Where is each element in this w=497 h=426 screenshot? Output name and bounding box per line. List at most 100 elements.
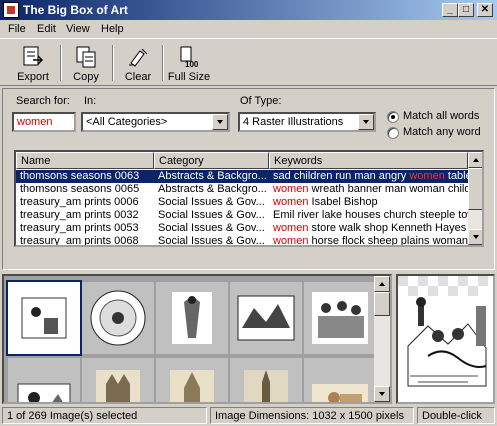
column-header-name[interactable]: Name [16, 152, 154, 169]
row-name: treasury_am prints 0053 [20, 222, 139, 234]
match-all-label[interactable]: Match all words [403, 110, 479, 122]
preview-illustration [398, 276, 493, 402]
thumbnail-scrollbar[interactable] [374, 276, 390, 402]
chevron-down-icon[interactable] [358, 114, 374, 130]
search-input[interactable]: women [12, 112, 76, 132]
image-preview[interactable] [396, 274, 495, 404]
export-icon [23, 46, 44, 66]
keywords-text: sad children run man angry [273, 170, 410, 182]
full-size-badge: 100 [185, 60, 199, 69]
thumbnail[interactable] [6, 280, 82, 356]
category-select[interactable]: <All Categories> [81, 112, 230, 132]
table-row[interactable]: thomsons seasons 0063 Abstracts & Backgro… [16, 170, 468, 183]
thumbnail[interactable] [156, 282, 228, 354]
title-bar[interactable]: The Big Box of Art _ □ ✕ [0, 0, 497, 20]
window-title: The Big Box of Art [23, 3, 128, 17]
row-keywords: women Isabel Bishop [273, 196, 468, 208]
row-name: thomsons seasons 0063 [20, 170, 140, 182]
minimize-button[interactable]: _ [442, 3, 458, 17]
toolbar-separator [112, 45, 114, 81]
thumbnail[interactable] [82, 358, 154, 402]
table-row[interactable]: treasury_am prints 0068 Social Issues & G… [16, 235, 468, 247]
clear-label: Clear [124, 71, 152, 83]
full-size-button[interactable]: 100 Full Size [166, 43, 212, 83]
type-select[interactable]: 4 Raster Illustrations [238, 112, 376, 132]
scroll-down-button[interactable] [468, 229, 482, 245]
menu-file[interactable]: File [8, 23, 26, 35]
keywords-text: tables [447, 170, 468, 182]
results-list[interactable]: Name Category Keywords thomsons seasons … [14, 150, 484, 247]
type-select-value: 4 Raster Illustrations [243, 116, 344, 128]
export-button[interactable]: Export [10, 43, 56, 83]
thumbnail[interactable] [82, 282, 154, 354]
toolbar: Export Copy Clear 100 Full Size [0, 38, 497, 86]
in-label: In: [84, 95, 97, 107]
keyword-highlight: women [273, 222, 309, 234]
scroll-up-button[interactable] [374, 276, 390, 292]
keywords-text: wreath banner man woman child [308, 183, 468, 195]
thumbnail[interactable] [304, 282, 376, 354]
thumbnail[interactable] [304, 358, 376, 402]
toolbar-separator [162, 45, 164, 81]
table-row[interactable]: treasury_am prints 0053 Social Issues & G… [16, 222, 468, 235]
thumbnail-grid[interactable] [2, 274, 392, 404]
scroll-thumb[interactable] [374, 292, 390, 316]
thumbnail-image [21, 297, 67, 339]
match-all-radio[interactable] [387, 111, 399, 123]
thumbnail[interactable] [230, 282, 302, 354]
copy-icon [76, 46, 96, 68]
thumbnail-image [312, 292, 368, 344]
category-select-value: <All Categories> [86, 116, 168, 128]
app-icon[interactable] [3, 2, 19, 18]
menu-view[interactable]: View [66, 23, 90, 35]
keywords-text: store walk shop Kenneth Hayes M [308, 222, 468, 234]
thumbnail-image [90, 290, 146, 346]
column-header-keywords[interactable]: Keywords [269, 152, 468, 169]
keywords-text: Isabel Bishop [308, 196, 378, 208]
copy-button[interactable]: Copy [64, 43, 108, 83]
status-hint: Double-click [417, 407, 495, 424]
column-header-category[interactable]: Category [154, 152, 269, 169]
table-row[interactable]: treasury_am prints 0006 Social Issues & G… [16, 196, 468, 209]
thumbnail-image [170, 370, 214, 402]
row-category: Social Issues & Gov... [158, 235, 265, 247]
status-selection: 1 of 269 Image(s) selected [2, 407, 207, 424]
menu-edit[interactable]: Edit [37, 23, 56, 35]
of-type-label: Of Type: [240, 95, 282, 107]
keyword-highlight: women [273, 235, 309, 247]
thumbnail[interactable] [230, 358, 302, 402]
clear-icon [129, 48, 148, 67]
thumbnail-image [96, 370, 140, 402]
scroll-thumb[interactable] [468, 168, 482, 210]
row-name: treasury_am prints 0006 [20, 196, 139, 208]
clear-button[interactable]: Clear [118, 43, 158, 83]
close-button[interactable]: ✕ [477, 3, 493, 17]
chevron-down-icon[interactable] [212, 114, 228, 130]
row-keywords: women store walk shop Kenneth Hayes M [273, 222, 468, 234]
row-category: Abstracts & Backgro... [158, 170, 267, 182]
export-label: Export [17, 71, 49, 83]
row-keywords: sad children run man angry women tables [273, 170, 468, 182]
keyword-highlight: women [273, 183, 309, 195]
list-scrollbar[interactable] [468, 152, 482, 245]
toolbar-separator [60, 45, 62, 81]
scroll-up-button[interactable] [468, 152, 482, 168]
thumbnail-image [237, 295, 295, 341]
row-category: Social Issues & Gov... [158, 196, 265, 208]
full-size-icon: 100 [180, 46, 199, 69]
thumbnail[interactable] [8, 358, 80, 402]
match-any-label[interactable]: Match any word [403, 126, 481, 138]
thumbnail[interactable] [156, 358, 228, 402]
menu-bar: File Edit View Help [0, 20, 497, 38]
match-any-radio[interactable] [387, 127, 399, 139]
scroll-down-button[interactable] [374, 386, 390, 402]
keywords-text: Emil river lake houses church steeple to… [273, 209, 468, 221]
maximize-button[interactable]: □ [458, 3, 474, 17]
row-keywords: women horse flock sheep plains woman [273, 235, 468, 247]
thumbnail-image [244, 370, 288, 402]
table-row[interactable]: treasury_am prints 0032 Social Issues & G… [16, 209, 468, 222]
table-row[interactable]: thomsons seasons 0065 Abstracts & Backgro… [16, 183, 468, 196]
row-category: Abstracts & Backgro... [158, 183, 267, 195]
menu-help[interactable]: Help [101, 23, 124, 35]
row-name: treasury_am prints 0032 [20, 209, 139, 221]
